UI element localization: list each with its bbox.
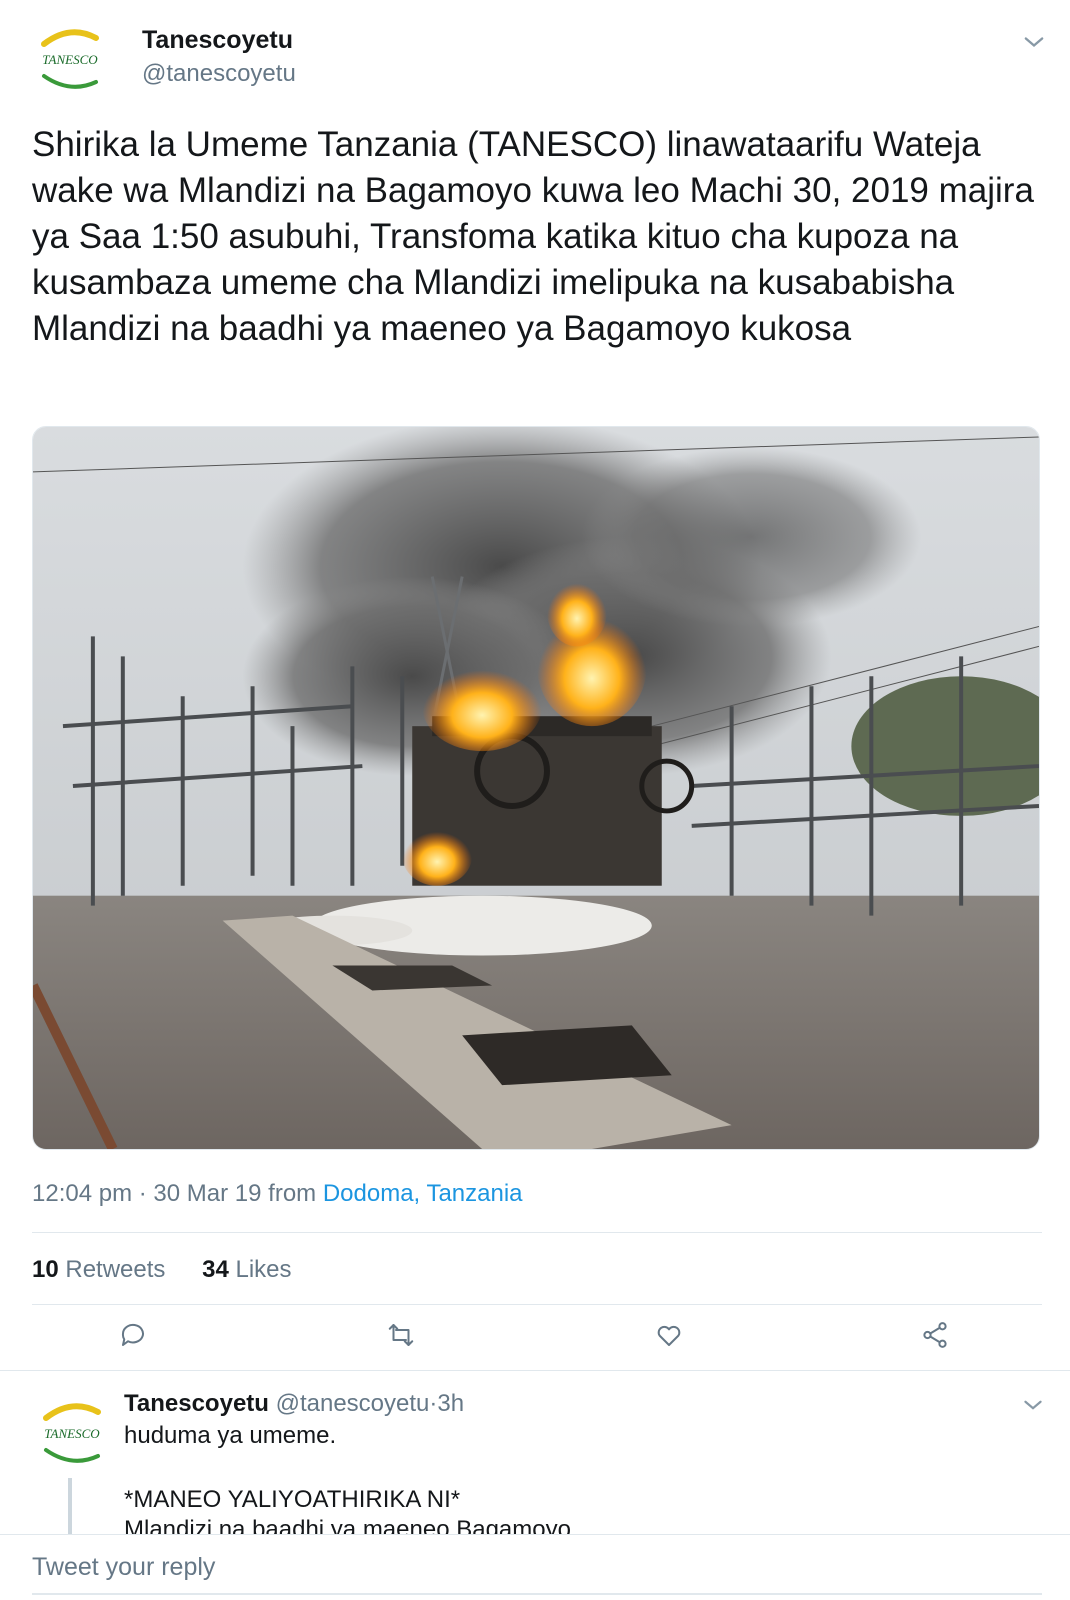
author-name[interactable]: Tanescoyetu	[142, 26, 293, 55]
input-underline	[32, 1593, 1042, 1595]
retweet-icon[interactable]	[386, 1320, 416, 1350]
like-icon[interactable]	[654, 1320, 684, 1350]
reply-text-line: *MANEO YALIYOATHIRIKA NI*	[124, 1486, 461, 1513]
from-label: from	[268, 1180, 317, 1207]
tweet-photo[interactable]	[32, 426, 1040, 1150]
retweets-count: 10	[32, 1256, 59, 1283]
reply-icon[interactable]	[118, 1320, 148, 1350]
thread-line	[68, 1478, 72, 1538]
burning-transformer-photo-icon	[33, 427, 1039, 1149]
tweet-date[interactable]: 30 Mar 19	[153, 1180, 261, 1207]
author-avatar[interactable]: TANESCO	[30, 18, 110, 98]
reply-author-avatar[interactable]: TANESCO	[32, 1392, 112, 1472]
divider	[0, 1370, 1070, 1371]
tweet-meta: 12:04 pm · 30 Mar 19 from Dodoma, Tanzan…	[32, 1180, 523, 1208]
tanesco-logo-icon: TANESCO	[32, 1392, 112, 1472]
svg-text:TANESCO: TANESCO	[42, 52, 98, 67]
share-icon[interactable]	[920, 1320, 950, 1350]
meta-separator: ·	[138, 1180, 147, 1207]
chevron-down-icon[interactable]	[1020, 1392, 1046, 1418]
tweet-location-link[interactable]: Dodoma, Tanzania	[323, 1180, 523, 1207]
reply-compose-bar	[0, 1534, 1070, 1600]
tanesco-logo-icon: TANESCO	[30, 18, 110, 98]
divider	[32, 1232, 1042, 1233]
reply-header: Tanescoyetu @tanescoyetu·3h	[124, 1390, 464, 1418]
tweet-time[interactable]: 12:04 pm	[32, 1180, 132, 1207]
chevron-down-icon[interactable]	[1020, 28, 1048, 56]
retweets-stat[interactable]: 10 Retweets	[32, 1256, 165, 1283]
reply-author-name[interactable]: Tanescoyetu	[124, 1390, 269, 1417]
reply-text-line: huduma ya umeme.	[124, 1422, 337, 1449]
svg-text:TANESCO: TANESCO	[44, 1426, 100, 1441]
reply-author-handle[interactable]: @tanescoyetu	[276, 1390, 430, 1417]
reply-input[interactable]	[32, 1547, 1042, 1587]
likes-stat[interactable]: 34 Likes	[202, 1256, 291, 1283]
author-handle[interactable]: @tanescoyetu	[142, 60, 296, 88]
tweet-text: Shirika la Umeme Tanzania (TANESCO) lina…	[32, 125, 1034, 348]
tweet-stats: 10 Retweets 34 Likes	[32, 1256, 292, 1284]
likes-label: Likes	[235, 1256, 292, 1283]
retweets-label: Retweets	[65, 1256, 166, 1283]
likes-count: 34	[202, 1256, 229, 1283]
divider	[32, 1304, 1042, 1305]
reply-time[interactable]: 3h	[437, 1390, 464, 1417]
